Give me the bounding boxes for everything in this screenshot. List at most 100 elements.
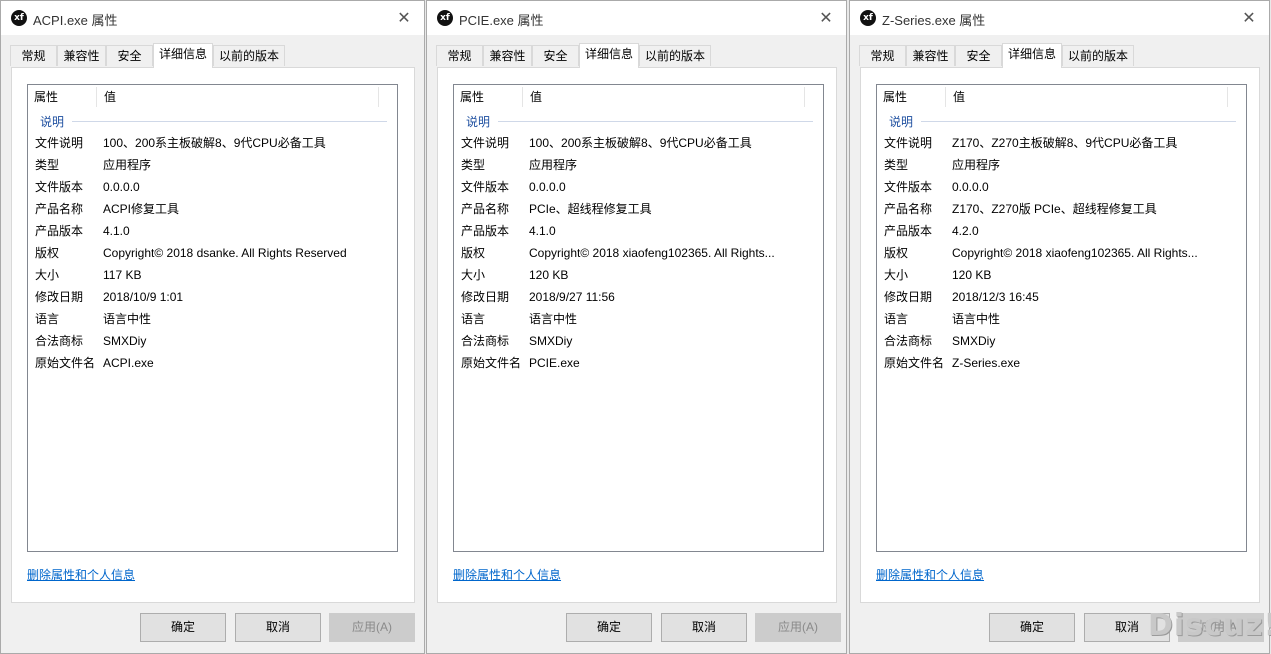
list-item[interactable]: 文件版本 0.0.0.0 [454,176,823,198]
tab-0[interactable]: 常规 [859,45,906,66]
list-item[interactable]: 合法商标 SMXDiy [454,330,823,352]
column-separator[interactable] [1227,87,1228,107]
property-value: 0.0.0.0 [529,180,566,194]
tab-0[interactable]: 常规 [10,45,57,66]
tab-3[interactable]: 详细信息 [1002,43,1062,68]
list-item[interactable]: 语言 语言中性 [877,308,1246,330]
list-item[interactable]: 文件说明 100、200系主板破解8、9代CPU必备工具 [454,132,823,154]
column-separator[interactable] [96,87,97,107]
details-panel: 属性值说明 文件说明 Z170、Z270主板破解8、9代CPU必备工具 类型 应用程序文… [860,67,1260,603]
close-icon[interactable]: ✕ [814,7,838,29]
property-name: 大小 [461,268,486,282]
list-item[interactable]: 产品版本 4.1.0 [454,220,823,242]
list-item[interactable]: 原始文件名 Z-Series.exe [877,352,1246,374]
property-name: 文件版本 [461,180,510,194]
title-bar[interactable]: xf ACPI.exe 属性 ✕ [1,1,424,35]
list-header: 属性值 [454,85,823,109]
remove-properties-link[interactable]: 删除属性和个人信息 [453,566,561,583]
list-item[interactable]: 大小 117 KB [28,264,397,286]
list-item[interactable]: 文件说明 Z170、Z270主板破解8、9代CPU必备工具 [877,132,1246,154]
close-icon[interactable]: ✕ [392,7,416,29]
list-item[interactable]: 大小 120 KB [877,264,1246,286]
column-separator[interactable] [378,87,379,107]
list-item[interactable]: 原始文件名 PCIE.exe [454,352,823,374]
column-separator[interactable] [522,87,523,107]
title-bar[interactable]: xf Z-Series.exe 属性 ✕ [850,1,1269,35]
apply-button[interactable]: 应用(A) [755,613,841,642]
apply-button[interactable]: 应用(A) [329,613,415,642]
property-name: 版权 [461,246,486,260]
property-value: 0.0.0.0 [103,180,140,194]
remove-properties-link[interactable]: 删除属性和个人信息 [27,566,135,583]
list-item[interactable]: 原始文件名 ACPI.exe [28,352,397,374]
list-item[interactable]: 文件版本 0.0.0.0 [877,176,1246,198]
group-divider [498,121,813,122]
property-value: PCIe、超线程修复工具 [529,202,652,216]
tab-2[interactable]: 安全 [955,45,1002,66]
list-item[interactable]: 版权 Copyright© 2018 xiaofeng102365. All Ri… [877,242,1246,264]
column-header-property[interactable]: 属性 [877,85,945,109]
property-name: 版权 [884,246,909,260]
remove-properties-link[interactable]: 删除属性和个人信息 [876,566,984,583]
property-value: SMXDiy [103,334,147,348]
list-item[interactable]: 语言 语言中性 [454,308,823,330]
ok-button[interactable]: 确定 [140,613,226,642]
property-value: 120 KB [529,268,569,282]
list-item[interactable]: 语言 语言中性 [28,308,397,330]
column-separator[interactable] [804,87,805,107]
list-item[interactable]: 类型 应用程序 [28,154,397,176]
list-item[interactable]: 产品版本 4.2.0 [877,220,1246,242]
list-item[interactable]: 修改日期 2018/12/3 16:45 [877,286,1246,308]
list-item[interactable]: 产品名称 PCIe、超线程修复工具 [454,198,823,220]
details-listview[interactable]: 属性值说明 文件说明 100、200系主板破解8、9代CPU必备工具 类型 应用程序 文件… [453,84,824,552]
property-name: 类型 [461,158,486,172]
app-icon: xf [860,10,876,26]
tab-0[interactable]: 常规 [436,45,483,66]
property-name: 合法商标 [35,334,84,348]
list-item[interactable]: 类型 应用程序 [877,154,1246,176]
list-item[interactable]: 产品版本 4.1.0 [28,220,397,242]
list-item[interactable]: 版权 Copyright© 2018 dsanke. All Rights Res… [28,242,397,264]
property-value: Copyright© 2018 xiaofeng102365. All Righ… [952,246,1198,260]
property-value: ACPI修复工具 [103,202,180,216]
details-listview[interactable]: 属性值说明 文件说明 100、200系主板破解8、9代CPU必备工具 类型 应用程序 文件… [27,84,398,552]
column-header-property[interactable]: 属性 [28,85,96,109]
tab-4[interactable]: 以前的版本 [639,45,711,66]
tab-3[interactable]: 详细信息 [153,43,213,68]
tab-1[interactable]: 兼容性 [57,45,106,66]
tab-3[interactable]: 详细信息 [579,43,639,68]
tab-4[interactable]: 以前的版本 [213,45,285,66]
list-item[interactable]: 修改日期 2018/10/9 1:01 [28,286,397,308]
list-item[interactable]: 文件说明 100、200系主板破解8、9代CPU必备工具 [28,132,397,154]
list-item[interactable]: 版权 Copyright© 2018 xiaofeng102365. All Ri… [454,242,823,264]
list-item[interactable]: 大小 120 KB [454,264,823,286]
column-separator[interactable] [945,87,946,107]
ok-button[interactable]: 确定 [989,613,1075,642]
tab-2[interactable]: 安全 [106,45,153,66]
tab-2[interactable]: 安全 [532,45,579,66]
column-header-value[interactable]: 值 [524,85,804,109]
property-name: 文件版本 [884,180,933,194]
title-bar[interactable]: xf PCIE.exe 属性 ✕ [427,1,846,35]
column-header-value[interactable]: 值 [98,85,378,109]
property-name: 产品名称 [35,202,84,216]
column-header-property[interactable]: 属性 [454,85,522,109]
list-item[interactable]: 产品名称 ACPI修复工具 [28,198,397,220]
close-icon[interactable]: ✕ [1237,7,1261,29]
tab-1[interactable]: 兼容性 [483,45,532,66]
list-item[interactable]: 类型 应用程序 [454,154,823,176]
tab-1[interactable]: 兼容性 [906,45,955,66]
ok-button[interactable]: 确定 [566,613,652,642]
column-header-value[interactable]: 值 [947,85,1227,109]
list-item[interactable]: 修改日期 2018/9/27 11:56 [454,286,823,308]
cancel-button[interactable]: 取消 [661,613,747,642]
property-name: 产品名称 [461,202,510,216]
details-listview[interactable]: 属性值说明 文件说明 Z170、Z270主板破解8、9代CPU必备工具 类型 应用程序文… [876,84,1247,552]
list-item[interactable]: 合法商标 SMXDiy [28,330,397,352]
tab-4[interactable]: 以前的版本 [1062,45,1134,66]
list-item[interactable]: 文件版本 0.0.0.0 [28,176,397,198]
list-item[interactable]: 合法商标 SMXDiy [877,330,1246,352]
property-value: 100、200系主板破解8、9代CPU必备工具 [103,136,326,150]
list-item[interactable]: 产品名称 Z170、Z270版 PCIe、超线程修复工具 [877,198,1246,220]
cancel-button[interactable]: 取消 [235,613,321,642]
